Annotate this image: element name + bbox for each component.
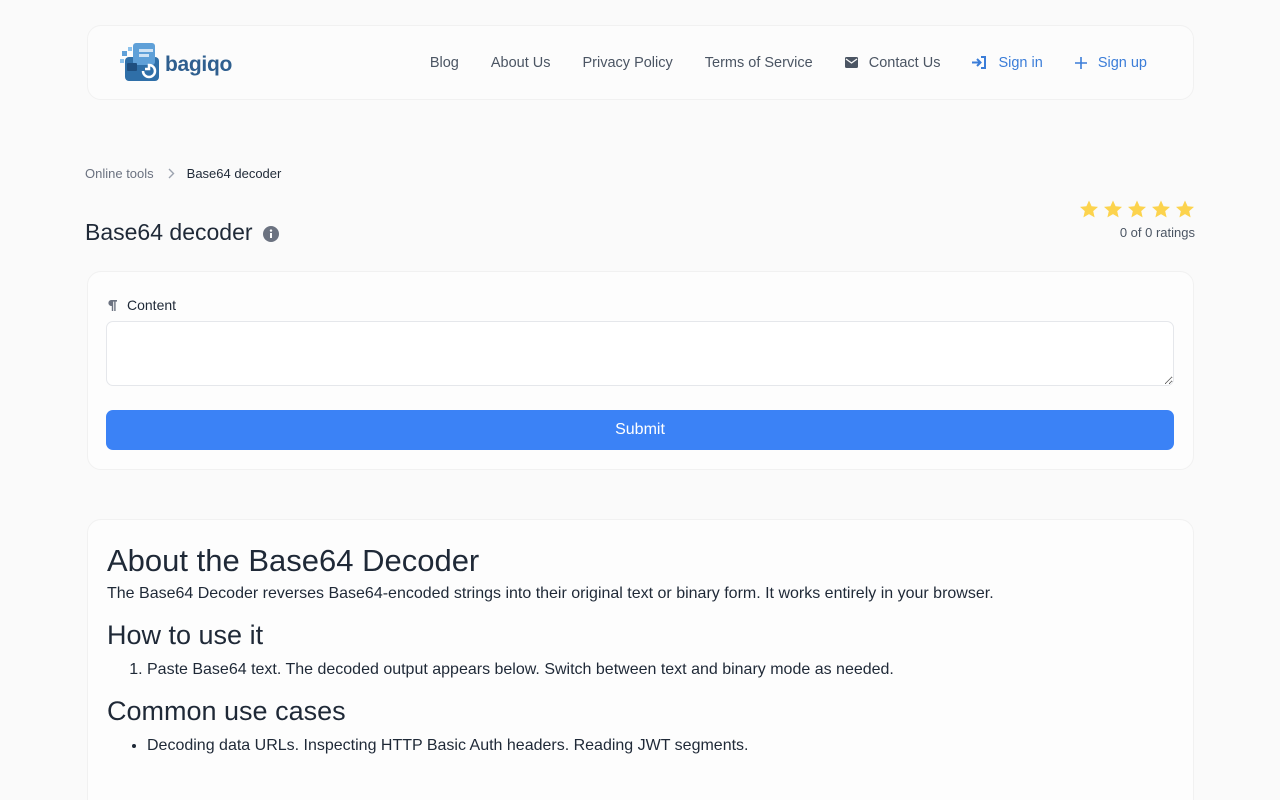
how-to-use-step: Paste Base64 text. The decoded output ap… xyxy=(147,658,1174,682)
nav-sign-up-label: Sign up xyxy=(1097,54,1147,71)
star-icon[interactable] xyxy=(1079,200,1099,219)
page-title: Base64 decoder xyxy=(85,219,253,245)
how-to-use-heading: How to use it xyxy=(107,620,264,650)
tool-card: Content Submit xyxy=(87,271,1194,470)
use-cases-list: Decoding data URLs. Inspecting HTTP Basi… xyxy=(147,734,1174,758)
nav-about-us[interactable]: About Us xyxy=(491,55,551,71)
nav-contact-us-label: Contact Us xyxy=(868,54,941,71)
plus-icon xyxy=(1074,56,1087,69)
use-case-item: Decoding data URLs. Inspecting HTTP Basi… xyxy=(147,734,1174,758)
nav-sign-up[interactable]: Sign up xyxy=(1074,54,1147,71)
main-nav: Blog About Us Privacy Policy Terms of Se… xyxy=(398,26,1147,99)
rating-count: 0 of 0 ratings xyxy=(1119,225,1195,240)
star-icon[interactable] xyxy=(1103,200,1123,219)
paragraph-icon xyxy=(107,299,117,311)
nav-sign-in[interactable]: Sign in xyxy=(972,54,1043,71)
content-textarea[interactable] xyxy=(106,321,1174,386)
envelope-icon xyxy=(844,57,858,68)
star-icon[interactable] xyxy=(1127,200,1147,219)
breadcrumb-current: Base64 decoder xyxy=(186,166,282,181)
breadcrumb: Online tools Base64 decoder xyxy=(85,166,281,181)
top-navbar: bagiqo Blog About Us Privacy Policy Term… xyxy=(87,25,1194,100)
submit-button[interactable]: Submit xyxy=(106,410,1174,450)
nav-contact-us[interactable]: Contact Us xyxy=(844,54,941,71)
logo-icon xyxy=(119,41,163,88)
page-title-row: Base64 decoder xyxy=(85,219,279,246)
use-cases-heading: Common use cases xyxy=(107,696,346,726)
how-to-use-list: Paste Base64 text. The decoded output ap… xyxy=(147,658,1174,682)
about-section: About the Base64 Decoder The Base64 Deco… xyxy=(87,519,1194,800)
nav-sign-in-label: Sign in xyxy=(998,54,1043,71)
rating-widget: 0 of 0 ratings xyxy=(1075,200,1195,240)
content-label: Content xyxy=(107,297,176,313)
stars-row xyxy=(1075,200,1195,219)
content-label-text: Content xyxy=(127,297,177,313)
chevron-right-icon xyxy=(168,168,175,179)
about-heading: About the Base64 Decoder xyxy=(107,543,480,578)
logo-text: bagiqo xyxy=(165,52,233,76)
nav-terms-of-service[interactable]: Terms of Service xyxy=(705,55,813,71)
star-icon[interactable] xyxy=(1175,200,1195,219)
logo[interactable]: bagiqo xyxy=(119,41,232,88)
breadcrumb-online-tools[interactable]: Online tools xyxy=(85,166,154,181)
info-icon[interactable] xyxy=(262,225,279,242)
nav-privacy-policy[interactable]: Privacy Policy xyxy=(583,55,673,71)
sign-in-icon xyxy=(972,56,987,69)
star-icon[interactable] xyxy=(1151,200,1171,219)
about-intro: The Base64 Decoder reverses Base64-encod… xyxy=(107,585,994,602)
nav-blog[interactable]: Blog xyxy=(430,55,459,71)
